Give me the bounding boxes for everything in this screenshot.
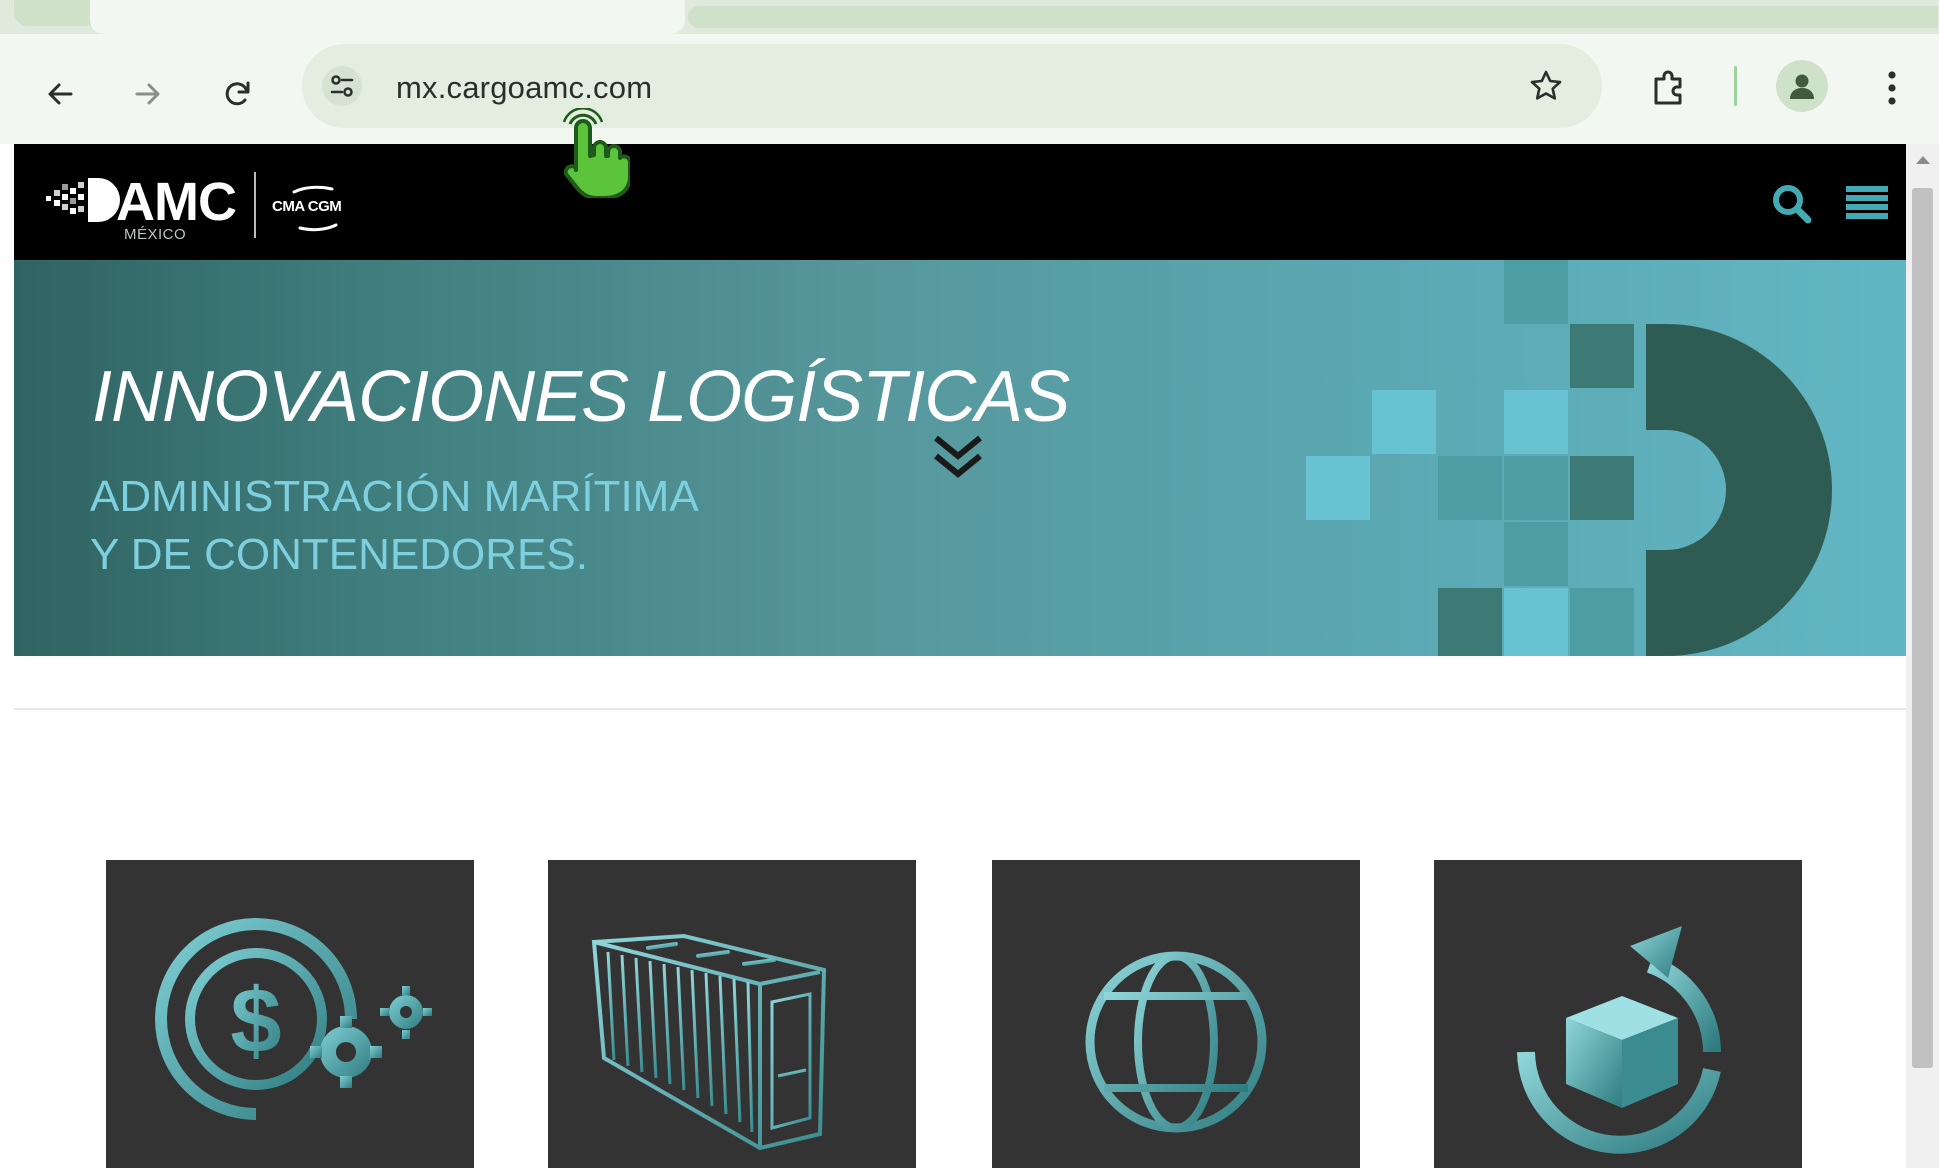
page-scrollbar[interactable] xyxy=(1906,144,1939,1168)
back-button[interactable] xyxy=(38,72,82,116)
star-icon xyxy=(1530,70,1562,100)
reload-button[interactable] xyxy=(216,72,260,116)
logo-divider xyxy=(254,172,256,238)
hero-pixel-graphic xyxy=(1306,260,1832,656)
tab-right[interactable] xyxy=(688,6,1938,28)
cma-cgm-logo: CMA CGM xyxy=(270,184,360,234)
hero-title: INNOVACIONES LOGÍSTICAS xyxy=(92,357,1070,437)
tune-icon xyxy=(330,75,354,97)
site-header: AMC MÉXICO CMA CGM xyxy=(14,144,1906,260)
service-card-global[interactable] xyxy=(992,860,1360,1168)
double-chevron-down-icon[interactable] xyxy=(932,432,984,482)
dollar-gear-icon: $ xyxy=(155,918,432,1120)
menu-icon-bar xyxy=(1846,204,1888,210)
globe-icon xyxy=(1085,951,1267,1133)
menu-icon-bar xyxy=(1846,186,1888,192)
logo-subtext: MÉXICO xyxy=(124,226,187,243)
menu-icon-bar xyxy=(1846,195,1888,201)
url-text[interactable]: mx.cargoamc.com xyxy=(396,70,652,106)
scroll-up-arrow-icon[interactable] xyxy=(1916,156,1930,164)
svg-text:$: $ xyxy=(230,970,281,1072)
menu-icon[interactable] xyxy=(1846,186,1888,220)
puzzle-icon xyxy=(1654,70,1682,105)
amc-logo[interactable]: AMC MÉXICO CMA CGM xyxy=(46,162,366,246)
tab-active[interactable] xyxy=(90,0,685,34)
box-cycle-icon xyxy=(1517,926,1721,1154)
extensions-button[interactable] xyxy=(1645,64,1693,112)
forward-button[interactable] xyxy=(126,72,170,116)
profile-button[interactable] xyxy=(1776,60,1828,112)
service-card-containers[interactable] xyxy=(548,860,916,1168)
page-viewport: AMC MÉXICO CMA CGM INNOVACIONES LOGÍSTIC… xyxy=(14,144,1906,1168)
cma-cgm-text: CMA CGM xyxy=(272,198,342,215)
toolbar-separator xyxy=(1734,66,1737,106)
site-search-button[interactable] xyxy=(1770,182,1814,226)
section-divider xyxy=(14,708,1906,710)
reload-icon xyxy=(225,81,250,106)
tab-strip xyxy=(0,0,1939,34)
site-info-button[interactable] xyxy=(322,66,362,106)
browser-menu-button[interactable] xyxy=(1872,64,1912,112)
hero-banner: INNOVACIONES LOGÍSTICAS ADMINISTRACIÓN M… xyxy=(14,260,1906,656)
service-card-logistics[interactable] xyxy=(1434,860,1802,1168)
hero-subtitle-line: ADMINISTRACIÓN MARÍTIMA xyxy=(90,472,699,521)
bookmark-button[interactable] xyxy=(1526,66,1566,106)
logo-pixel-mark-icon xyxy=(46,178,120,222)
hand-pointer-icon xyxy=(562,108,630,198)
kebab-icon xyxy=(1888,71,1896,105)
menu-icon-bar xyxy=(1846,213,1888,219)
arrow-right-icon xyxy=(135,83,160,105)
browser-toolbar: mx.cargoamc.com xyxy=(0,34,1939,144)
tab-left[interactable] xyxy=(14,0,100,26)
scroll-thumb[interactable] xyxy=(1912,188,1933,1068)
person-icon xyxy=(1790,74,1814,99)
shipping-container-icon xyxy=(591,933,827,1151)
arrow-left-icon xyxy=(48,83,73,105)
hero-subtitle: ADMINISTRACIÓN MARÍTIMA Y DE CONTENEDORE… xyxy=(90,468,699,584)
logo-text: AMC xyxy=(116,172,237,232)
service-card-finance[interactable]: $ xyxy=(106,860,474,1168)
screen: mx.cargoamc.com AMC MÉXICO CMA CGM INNOV… xyxy=(0,0,1939,1168)
search-icon xyxy=(1773,185,1812,224)
address-bar[interactable]: mx.cargoamc.com xyxy=(302,44,1602,128)
hero-subtitle-line: Y DE CONTENEDORES. xyxy=(90,530,588,579)
